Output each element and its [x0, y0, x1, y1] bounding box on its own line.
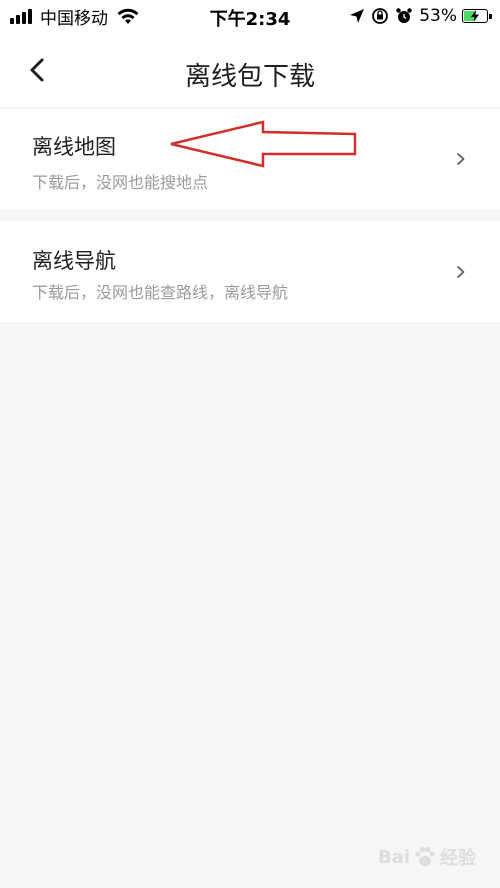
bolt-icon — [471, 10, 479, 22]
nav-bar: 离线包下载 — [0, 34, 500, 108]
chevron-right-icon — [457, 266, 465, 278]
watermark-text-left: Bai — [377, 846, 410, 868]
alarm-icon — [396, 8, 412, 23]
battery-percent: 53% — [419, 6, 457, 26]
page-title: 离线包下载 — [184, 62, 315, 92]
offline-map-description: 下载后，没网也能搜地点 — [32, 173, 209, 192]
status-right: 53% — [349, 6, 492, 26]
status-bar: 中国移动 下午2:34 53% — [0, 0, 500, 34]
offline-map-title: 离线地图 — [32, 135, 116, 159]
location-arrow-icon — [350, 9, 365, 23]
offline-navigation-description: 下载后，没网也能查路线，离线导航 — [32, 283, 289, 302]
battery-cap — [489, 14, 492, 19]
chevron-right-icon — [457, 153, 465, 165]
offline-navigation-title: 离线导航 — [32, 249, 116, 273]
paw-icon — [415, 846, 435, 866]
offline-navigation-item[interactable]: 离线导航 下载后，没网也能查路线，离线导航 — [0, 221, 500, 322]
watermark: Bai 经验 — [378, 842, 476, 872]
battery-charging-icon — [462, 9, 492, 23]
watermark-text-right: 经验 — [440, 848, 476, 869]
red-arrow-icon — [170, 120, 357, 168]
screen-rotation-lock-icon — [372, 8, 389, 24]
